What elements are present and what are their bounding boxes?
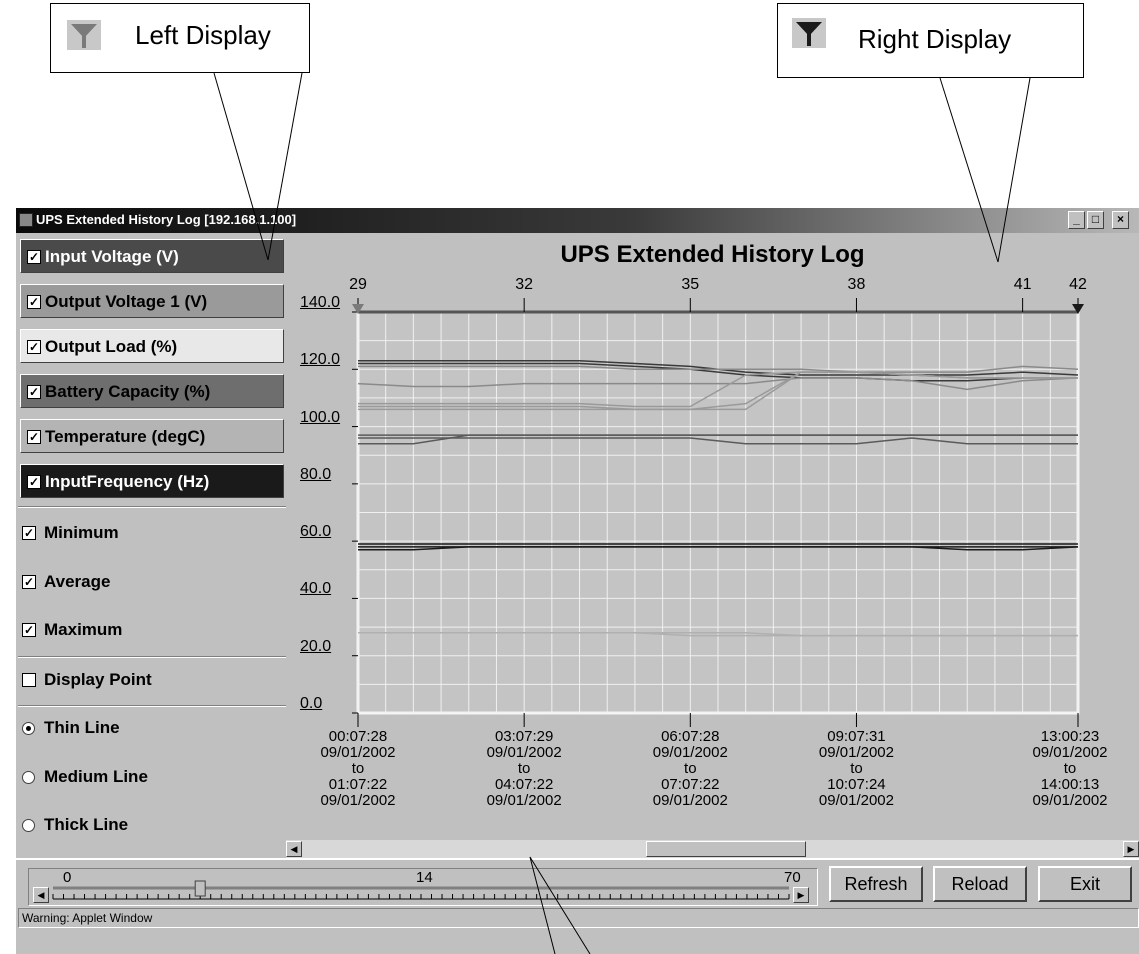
thin-line-label: Thin Line (44, 718, 120, 737)
series-check-icon: ✓ (27, 430, 41, 444)
series-toggle[interactable]: ✓ Input Voltage (V) (20, 239, 284, 273)
series-label: Input Voltage (V) (45, 247, 179, 266)
right-display-marker-icon (792, 18, 826, 48)
series-toggle[interactable]: ✓ InputFrequency (Hz) (20, 464, 284, 498)
right-display-label: Right Display (858, 24, 1012, 54)
thick-line-radio-icon (22, 819, 35, 832)
series-label: Output Load (%) (45, 337, 178, 356)
history-chart (352, 298, 1084, 727)
series-label: Output Voltage 1 (V) (45, 292, 208, 311)
left-display-callout: Left Display (50, 3, 310, 73)
time-slider[interactable]: 0 14 70 ◀ ▶ (28, 868, 818, 906)
series-toggle[interactable]: ✓ Output Voltage 1 (V) (20, 284, 284, 318)
minimum-label: Minimum (44, 523, 119, 542)
separator (18, 705, 286, 707)
reload-button[interactable]: Reload (933, 866, 1027, 902)
scroll-thumb[interactable] (646, 841, 806, 857)
refresh-button[interactable]: Refresh (829, 866, 923, 902)
maximize-button[interactable]: □ (1087, 211, 1104, 229)
window-title: UPS Extended History Log [192.168.1.100] (36, 212, 297, 227)
left-display-marker-icon (67, 20, 101, 50)
thick-line-label: Thick Line (44, 815, 129, 834)
series-label: InputFrequency (Hz) (45, 472, 210, 491)
window-titlebar[interactable]: UPS Extended History Log [192.168.1.100]… (16, 208, 1139, 233)
series-toggle[interactable]: ✓ Temperature (degC) (20, 419, 284, 453)
scroll-left-arrow-icon[interactable]: ◀ (286, 841, 302, 857)
maximum-check-icon: ✓ (22, 623, 36, 637)
ups-history-window: UPS Extended History Log [192.168.1.100]… (16, 208, 1139, 954)
minimum-check-icon: ✓ (22, 526, 36, 540)
separator (18, 506, 286, 508)
left-display-label: Left Display (135, 20, 271, 50)
scroll-right-arrow-icon[interactable]: ▶ (1123, 841, 1139, 857)
average-check-icon: ✓ (22, 575, 36, 589)
series-label: Temperature (degC) (45, 427, 206, 446)
series-check-icon: ✓ (27, 295, 41, 309)
status-bar: Warning: Applet Window (18, 908, 1139, 928)
series-panel: ✓ Input Voltage (V) ✓ Output Voltage 1 (V) ✓… (18, 235, 286, 848)
series-check-icon: ✓ (27, 385, 41, 399)
chart-area: UPS Extended History Log 140.0 120.0 100.0… (286, 235, 1139, 840)
minimize-button[interactable]: _ (1068, 211, 1085, 229)
maximum-label: Maximum (44, 620, 123, 639)
display-point-label: Display Point (44, 670, 152, 689)
thin-line-radio-icon (22, 722, 35, 735)
chart-horizontal-scrollbar[interactable]: ◀ ▶ (286, 840, 1139, 858)
series-check-icon: ✓ (27, 340, 41, 354)
series-toggle[interactable]: ✓ Battery Capacity (%) (20, 374, 284, 408)
medium-line-label: Medium Line (44, 767, 148, 786)
average-label: Average (44, 572, 111, 591)
right-display-callout: Right Display (777, 3, 1084, 78)
series-label: Battery Capacity (%) (45, 382, 211, 401)
slider-thumb[interactable] (194, 880, 206, 897)
slider-track (52, 880, 790, 900)
series-check-icon: ✓ (27, 250, 41, 264)
medium-line-radio-icon (22, 771, 35, 784)
series-toggle[interactable]: ✓ Output Load (%) (20, 329, 284, 363)
display-point-box-icon (22, 673, 36, 687)
close-button[interactable]: × (1112, 211, 1129, 229)
exit-button[interactable]: Exit (1038, 866, 1132, 902)
separator (18, 656, 286, 658)
series-check-icon: ✓ (27, 475, 41, 489)
app-icon (19, 213, 33, 227)
bottom-toolbar: 0 14 70 ◀ ▶ Refresh Reload Exit (16, 858, 1139, 906)
